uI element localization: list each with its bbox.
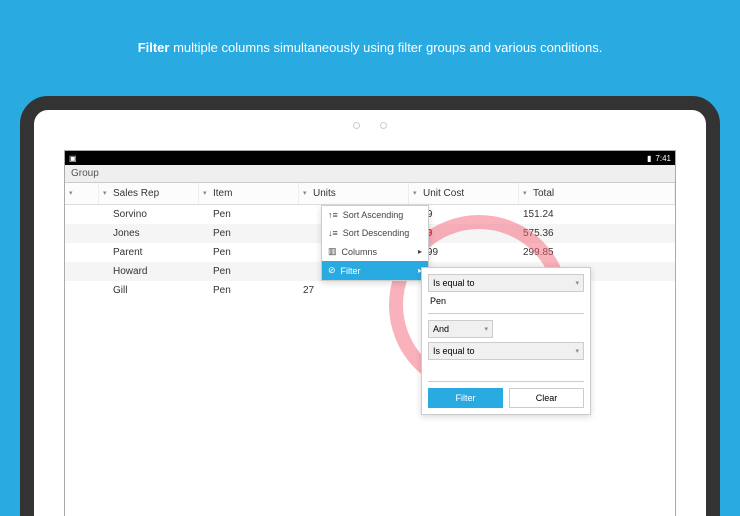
app-screen: ▣ ▮ 7:41 Group ▾ ▾Sales Rep ▾Item ▾Units… bbox=[64, 150, 676, 516]
table-header: ▾ ▾Sales Rep ▾Item ▾Units ▾Unit Cost ▾To… bbox=[65, 183, 675, 205]
sort-desc-icon: ↓≡ bbox=[328, 228, 338, 238]
group-bar[interactable]: Group bbox=[65, 165, 675, 183]
filter-apply-button[interactable]: Filter bbox=[428, 388, 503, 408]
menu-sort-descending[interactable]: ↓≡ Sort Descending bbox=[322, 224, 428, 242]
chevron-down-icon: ▾ bbox=[103, 189, 107, 197]
column-expander[interactable]: ▾ bbox=[65, 183, 99, 204]
column-item[interactable]: ▾Item bbox=[199, 183, 299, 204]
filter-logic[interactable]: And▾ bbox=[428, 320, 493, 338]
filter-clear-button[interactable]: Clear bbox=[509, 388, 584, 408]
chevron-down-icon: ▾ bbox=[575, 279, 579, 287]
chevron-down-icon: ▾ bbox=[303, 189, 307, 197]
app-icon: ▣ bbox=[69, 154, 77, 163]
chevron-down-icon: ▾ bbox=[484, 325, 488, 333]
filter-value-2[interactable] bbox=[428, 364, 584, 382]
chevron-down-icon: ▾ bbox=[523, 189, 527, 197]
filter-value-1[interactable]: Pen bbox=[428, 296, 584, 314]
filter-operator-1[interactable]: Is equal to▾ bbox=[428, 274, 584, 292]
tablet-sensors bbox=[34, 110, 706, 134]
column-context-menu: ↑≡ Sort Ascending ↓≡ Sort Descending ▥ C… bbox=[321, 205, 429, 281]
column-units[interactable]: ▾Units bbox=[299, 183, 409, 204]
column-sales-rep[interactable]: ▾Sales Rep bbox=[99, 183, 199, 204]
chevron-down-icon: ▾ bbox=[69, 189, 73, 197]
menu-filter[interactable]: ⊘ Filter ▸ bbox=[322, 261, 428, 280]
column-total[interactable]: ▾Total bbox=[519, 183, 675, 204]
android-status-bar: ▣ ▮ 7:41 bbox=[65, 151, 675, 165]
tablet-frame: ▣ ▮ 7:41 Group ▾ ▾Sales Rep ▾Item ▾Units… bbox=[20, 96, 720, 516]
menu-columns[interactable]: ▥ Columns ▸ bbox=[322, 242, 428, 261]
table-body: Sorvino Pen 1.99 151.24 Jones Pen 8.99 5… bbox=[65, 205, 675, 300]
marketing-headline: Filter multiple columns simultaneously u… bbox=[0, 0, 740, 75]
chevron-down-icon: ▾ bbox=[413, 189, 417, 197]
column-unit-cost[interactable]: ▾Unit Cost bbox=[409, 183, 519, 204]
chevron-down-icon: ▾ bbox=[203, 189, 207, 197]
sort-asc-icon: ↑≡ bbox=[328, 210, 338, 220]
menu-sort-ascending[interactable]: ↑≡ Sort Ascending bbox=[322, 206, 428, 224]
filter-icon: ⊘ bbox=[328, 265, 336, 276]
columns-icon: ▥ bbox=[328, 246, 337, 257]
battery-icon: ▮ bbox=[647, 154, 651, 163]
chevron-right-icon: ▸ bbox=[418, 247, 422, 256]
filter-operator-2[interactable]: Is equal to▾ bbox=[428, 342, 584, 360]
chevron-down-icon: ▾ bbox=[575, 347, 579, 355]
filter-panel: Is equal to▾ Pen And▾ Is equal to▾ Filte… bbox=[421, 267, 591, 415]
status-time: 7:41 bbox=[655, 154, 671, 163]
